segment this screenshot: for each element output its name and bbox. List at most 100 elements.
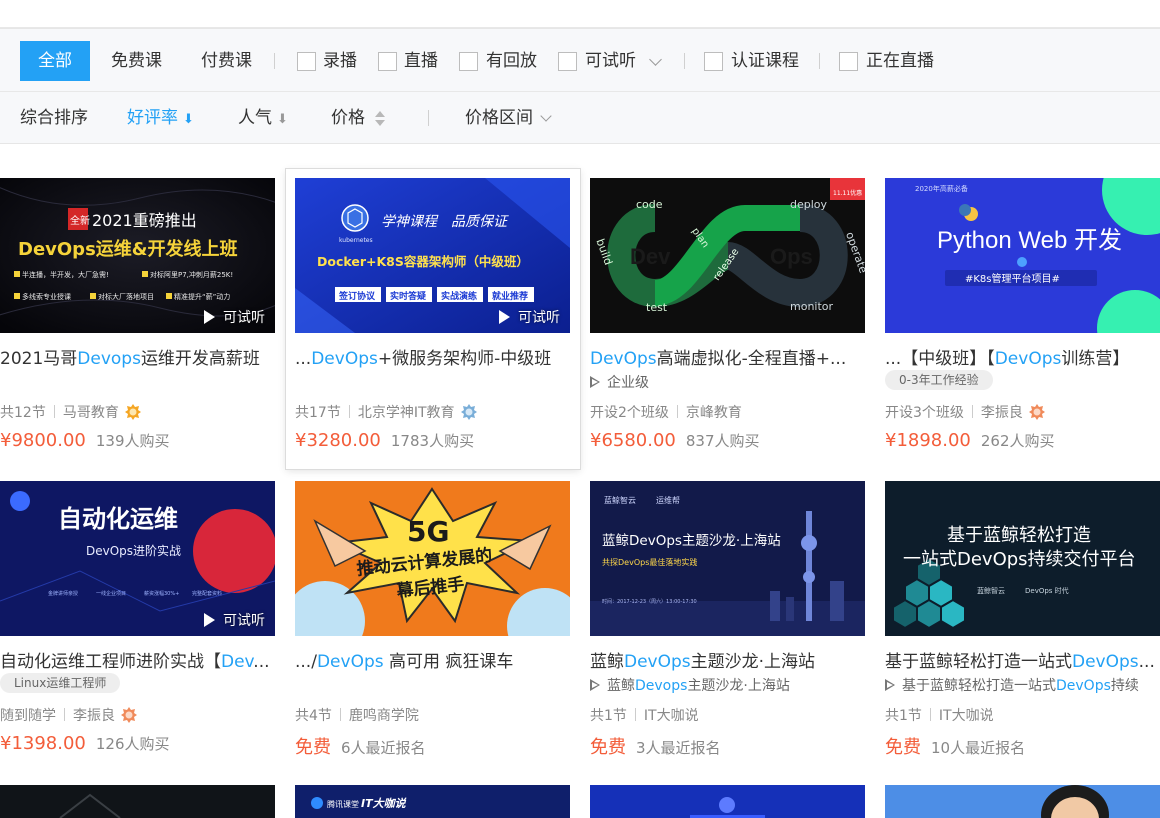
course-thumbnail[interactable]: 腾讯课堂 IT大咖说	[295, 785, 570, 818]
sort-overall[interactable]: 综合排序	[20, 92, 88, 144]
checkbox-recorded[interactable]	[297, 52, 316, 71]
course-title[interactable]: 自动化运维工程师进阶实战【Dev...	[0, 647, 275, 672]
filter-all[interactable]: 全部	[20, 41, 90, 81]
filter-trial-label[interactable]: 可试听	[585, 41, 636, 81]
org-name[interactable]: 京峰教育	[686, 405, 742, 421]
course-thumbnail[interactable]: 蓝鲸智云 运维帮 蓝鲸DevOps主题沙龙·上海站 共探DevOps最佳落地实践…	[590, 481, 865, 636]
svg-text:就业推荐: 就业推荐	[492, 290, 528, 302]
course-card[interactable]	[885, 785, 1160, 818]
course-title[interactable]: ...【中级班】【DevOps训练营】	[885, 344, 1160, 369]
course-title[interactable]: .../DevOps 高可用 疯狂课车	[295, 647, 570, 672]
svg-text:自动化运维: 自动化运维	[58, 505, 178, 533]
course-card[interactable]: 蓝鲸智云 运维帮 蓝鲸DevOps主题沙龙·上海站 共探DevOps最佳落地实践…	[590, 481, 865, 771]
svg-text:monitor: monitor	[790, 300, 834, 313]
price: ¥6580.00	[590, 430, 676, 451]
checkbox-live[interactable]	[378, 52, 397, 71]
verified-badge-icon	[121, 707, 137, 723]
sort-popularity-label: 人气	[238, 108, 272, 128]
lesson-count: 共1节	[885, 708, 922, 724]
svg-text:一站式DevOps持续交付平台: 一站式DevOps持续交付平台	[903, 549, 1136, 570]
price: ¥1398.00	[0, 733, 86, 754]
course-card[interactable]	[590, 785, 865, 818]
course-card[interactable]: 基于蓝鲸轻松打造 一站式DevOps持续交付平台 蓝鲸智云 DevOps 时代 …	[885, 481, 1160, 771]
svg-text:deploy: deploy	[790, 198, 828, 211]
filter-replay-label[interactable]: 有回放	[486, 41, 537, 81]
svg-text:金牌讲师亲授: 金牌讲师亲授	[48, 590, 78, 597]
svg-text:Dev: Dev	[630, 244, 671, 269]
course-card[interactable]: 腾讯课堂 IT大咖说	[295, 785, 570, 818]
lesson-count: 共1节	[590, 708, 627, 724]
course-thumbnail[interactable]	[0, 785, 275, 818]
course-title[interactable]: DevOps高端虚拟化-全程直播+...	[590, 344, 865, 369]
teacher-name[interactable]: 李振良	[981, 405, 1023, 421]
filter-live-now-label[interactable]: 正在直播	[866, 41, 934, 81]
course-card[interactable]: 2020年高薪必备 Python Web 开发 #K8s管理平台项目# ...【…	[885, 178, 1160, 468]
sort-popularity[interactable]: 人气 ⬇	[238, 92, 288, 144]
course-card[interactable]: 全新 2021重磅推出 DevOps运维&开发线上班 半连播，半开发，大厂急需!…	[0, 178, 275, 468]
checkbox-replay[interactable]	[459, 52, 478, 71]
sort-price[interactable]: 价格	[331, 92, 365, 144]
svg-text:精准提升“薪”动力: 精准提升“薪”动力	[174, 292, 230, 301]
org-name[interactable]: 北京学神IT教育	[358, 405, 455, 421]
checkbox-live-now[interactable]	[839, 52, 858, 71]
course-card[interactable]: kubernetes 学神课程 品质保证 Docker+K8S容器架构师（中级班…	[286, 169, 580, 469]
course-thumbnail[interactable]: 2020年高薪必备 Python Web 开发 #K8s管理平台项目#	[885, 178, 1160, 333]
filter-live-label[interactable]: 直播	[404, 41, 438, 81]
course-meta: 随到随学 李振良	[0, 705, 137, 725]
course-subtitle: 基于蓝鲸轻松打造一站式DevOps持续	[885, 675, 1160, 695]
course-thumbnail[interactable]: 5G 推动云计算发展的 幕后推手	[295, 481, 570, 636]
org-name[interactable]: IT大咖说	[644, 708, 699, 724]
svg-text:一线企业项目: 一线企业项目	[96, 590, 126, 597]
play-icon	[499, 310, 510, 324]
course-thumbnail[interactable]	[590, 785, 865, 818]
course-thumbnail[interactable]: 基于蓝鲸轻松打造 一站式DevOps持续交付平台 蓝鲸智云 DevOps 时代	[885, 481, 1160, 636]
teacher-name[interactable]: 李振良	[73, 708, 115, 724]
course-subtitle: 蓝鲸Devops主题沙龙·上海站	[590, 675, 865, 695]
svg-text:Python Web 开发: Python Web 开发	[937, 227, 1122, 254]
svg-text:2021重磅推出: 2021重磅推出	[92, 211, 197, 230]
chevron-down-icon[interactable]	[649, 53, 662, 66]
course-title[interactable]: 基于蓝鲸轻松打造一站式DevOps...	[885, 647, 1160, 672]
course-thumbnail[interactable]: Dev Ops code build plan test release dep…	[590, 178, 865, 333]
course-thumbnail[interactable]: kubernetes 学神课程 品质保证 Docker+K8S容器架构师（中级班…	[295, 178, 570, 333]
price-line: 免费 6人最近报名	[295, 733, 426, 759]
course-title[interactable]: ...DevOps+微服务架构师-中级班	[295, 344, 570, 369]
checkbox-trial[interactable]	[558, 52, 577, 71]
filter-free[interactable]: 免费课	[111, 41, 162, 81]
course-card[interactable]: 5G 推动云计算发展的 幕后推手 .../DevOps 高可用 疯狂课车 共4节…	[295, 481, 570, 771]
price: 免费	[885, 737, 921, 758]
verified-badge-icon	[1028, 404, 1045, 420]
filter-recorded-label[interactable]: 录播	[323, 41, 357, 81]
chevron-down-icon[interactable]	[540, 110, 552, 122]
sort-rating-label: 好评率	[127, 108, 178, 128]
svg-text:完整配套资料: 完整配套资料	[192, 590, 222, 597]
svg-text:基于蓝鲸轻松打造: 基于蓝鲸轻松打造	[947, 525, 1091, 546]
price-range-dropdown[interactable]: 价格区间	[465, 92, 533, 144]
play-icon	[204, 310, 215, 324]
course-thumbnail[interactable]: 自动化运维 DevOps进阶实战 金牌讲师亲授 一线企业项目 薪资涨幅30%+ …	[0, 481, 275, 636]
course-card[interactable]: Dev Ops code build plan test release dep…	[590, 178, 865, 468]
svg-text:实战演练: 实战演练	[441, 290, 477, 302]
price-line: ¥6580.00 837人购买	[590, 430, 760, 451]
course-thumbnail[interactable]	[885, 785, 1160, 818]
course-card[interactable]: 自动化运维 DevOps进阶实战 金牌讲师亲授 一线企业项目 薪资涨幅30%+ …	[0, 481, 275, 771]
buyer-count: 126人购买	[95, 735, 170, 753]
course-card[interactable]	[0, 785, 275, 818]
org-name[interactable]: IT大咖说	[939, 708, 994, 724]
enroll-count: 10人最近报名	[931, 739, 1026, 757]
checkbox-certified[interactable]	[704, 52, 723, 71]
buyer-count: 837人购买	[685, 432, 760, 450]
trial-label: 可试听	[204, 307, 265, 327]
filter-paid[interactable]: 付费课	[201, 41, 252, 81]
course-thumbnail[interactable]: 全新 2021重磅推出 DevOps运维&开发线上班 半连播，半开发，大厂急需!…	[0, 178, 275, 333]
filter-certified-label[interactable]: 认证课程	[731, 41, 799, 81]
sort-rating[interactable]: 好评率 ⬇	[127, 92, 194, 144]
svg-text:蓝鲸智云: 蓝鲸智云	[604, 495, 636, 505]
course-title[interactable]: 2021马哥Devops运维开发高薪班	[0, 344, 275, 369]
org-name[interactable]: 马哥教育	[63, 405, 119, 421]
svg-text:对标大厂落地项目: 对标大厂落地项目	[98, 292, 154, 301]
org-name[interactable]: 鹿鸣商学院	[349, 708, 419, 724]
course-title[interactable]: 蓝鲸DevOps主题沙龙·上海站	[590, 647, 865, 672]
sort-updown-icon[interactable]	[375, 110, 385, 128]
enroll-count: 6人最近报名	[341, 739, 426, 757]
